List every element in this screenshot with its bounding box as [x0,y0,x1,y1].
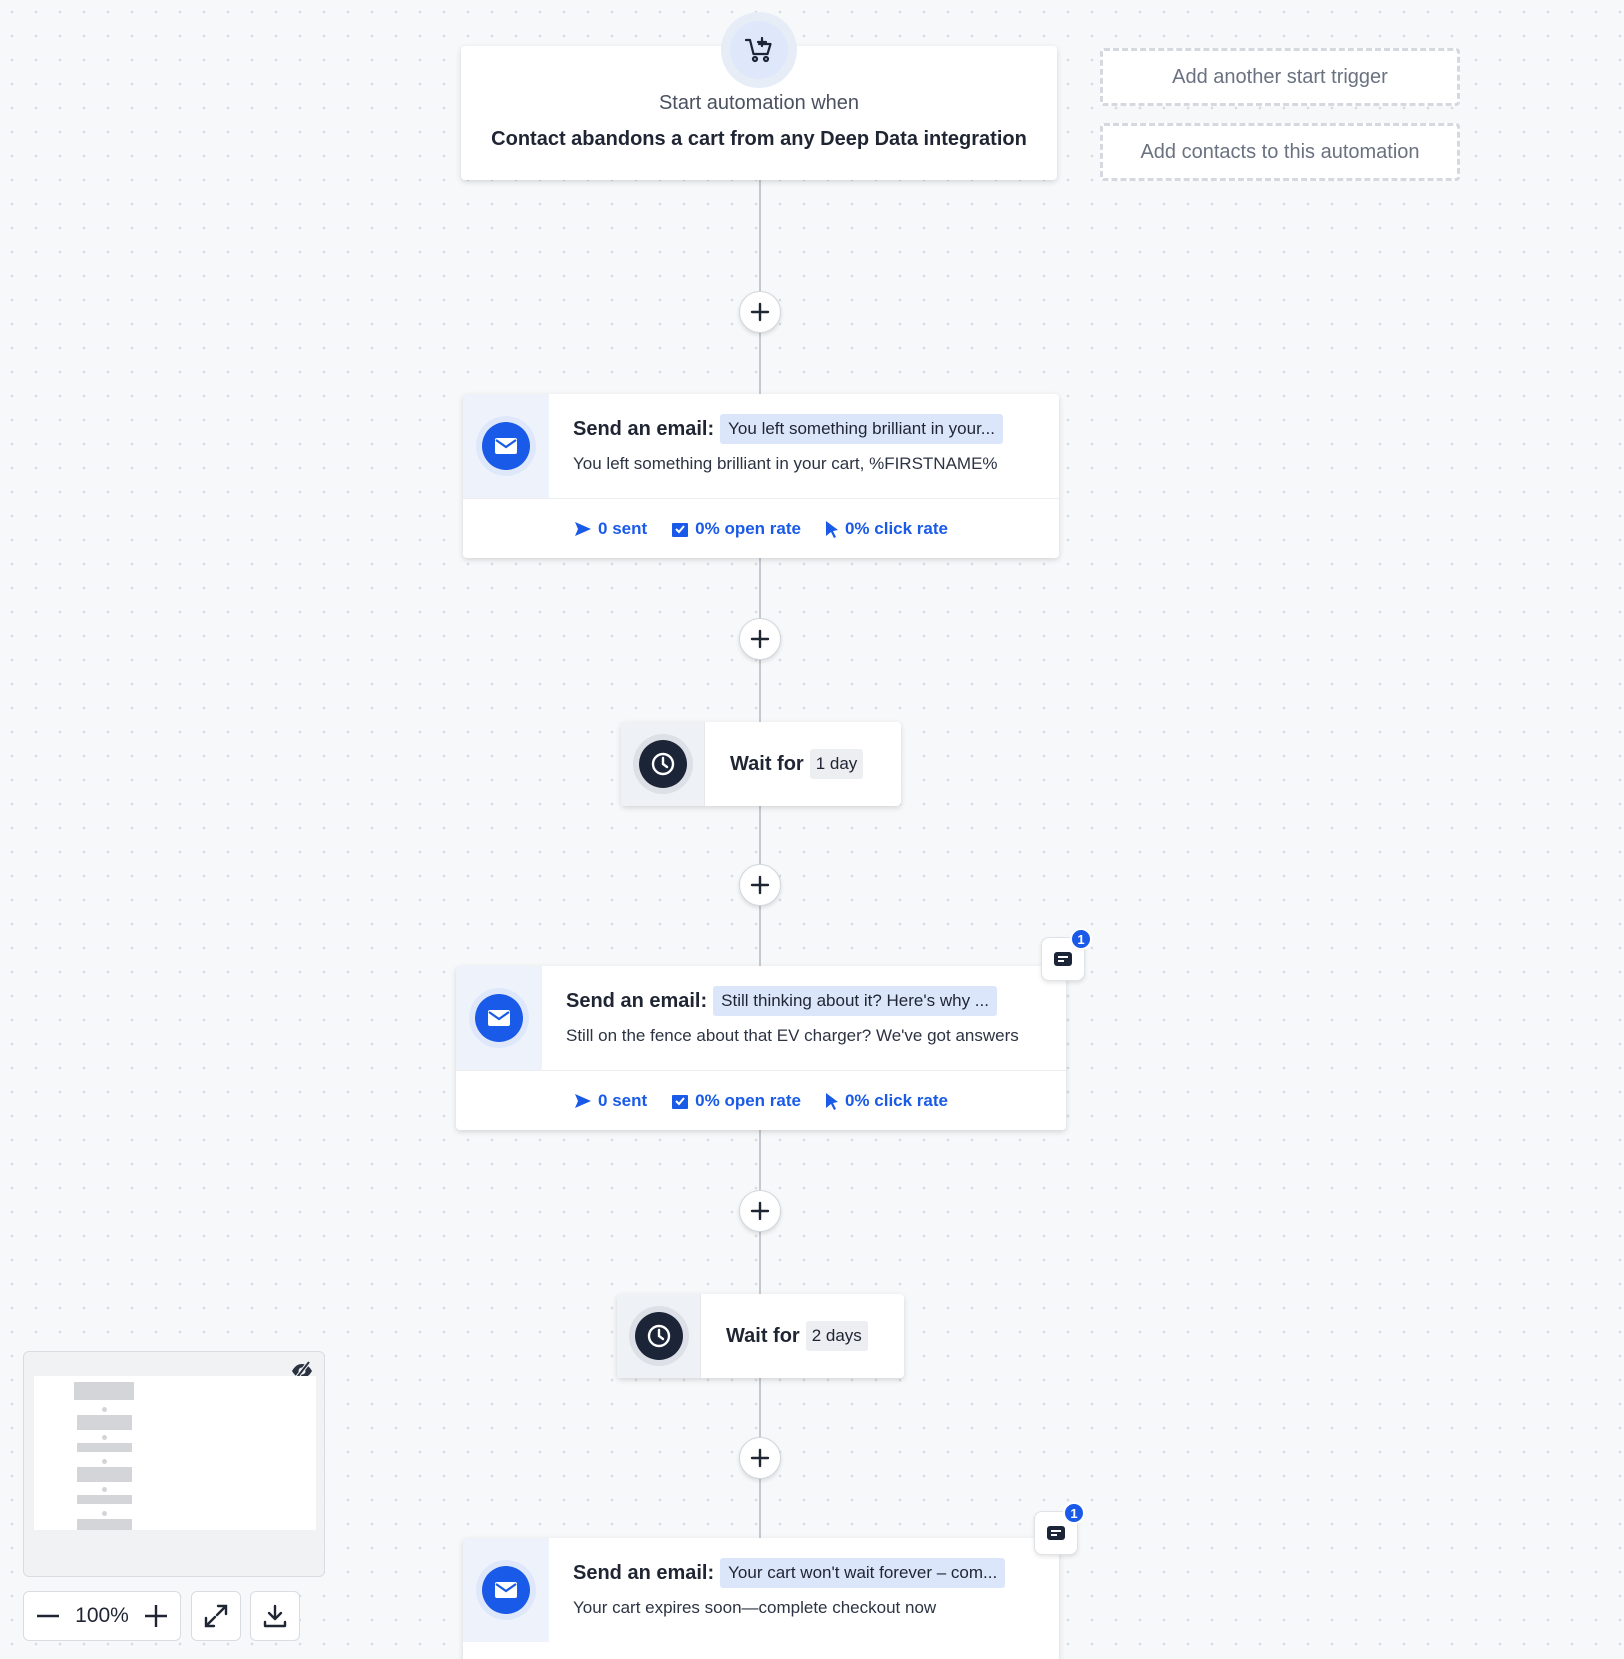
zoom-out-button[interactable] [34,1602,62,1630]
trigger-icon-badge [721,12,797,88]
download-icon [263,1604,287,1628]
email-icon-column [463,394,549,498]
cart-plus-icon [730,21,788,79]
sent-stat[interactable]: 0 sent [574,519,647,539]
click-rate-stat[interactable]: 0% click rate [825,519,948,539]
notes-button[interactable]: 1 [1041,928,1092,981]
wait-step[interactable]: Wait for 2 days [617,1294,904,1378]
zoom-in-button[interactable] [142,1602,170,1630]
wait-step[interactable]: Wait for 1 day [621,722,901,806]
plus-icon [145,1605,167,1627]
add-contacts-button[interactable]: Add contacts to this automation [1100,123,1460,181]
notes-button[interactable]: 1 [1034,1502,1085,1555]
email-stats: 0 sent 0% open rate 0% click rate [463,498,1059,558]
send-icon [575,1093,592,1108]
zoom-level: 100% [75,1604,129,1627]
plus-icon [750,629,770,649]
email-description: Your cart expires soon—complete checkout… [573,1598,937,1617]
plus-icon [750,1448,770,1468]
email-description: You left something brilliant in your car… [573,454,998,473]
sent-stat[interactable]: 0 sent [574,1091,647,1111]
sent-count: 0 sent [598,1090,648,1110]
open-rate: 0% open rate [695,1090,801,1110]
send-icon [575,521,592,536]
trigger-subtitle: Start automation when [658,92,860,114]
note-icon [1054,952,1072,966]
cursor-icon [825,1092,838,1110]
wait-icon-column [621,722,705,806]
click-rate: 0% click rate [844,518,948,538]
email-subject-pill[interactable]: Your cart won't wait forever – com... [720,1558,1006,1588]
send-email-step[interactable]: Send an email: You left something brilli… [463,394,1059,558]
add-step-button[interactable] [739,864,781,906]
envelope-check-icon [672,522,689,537]
wait-label: Wait for [726,1324,800,1347]
send-email-step[interactable]: Send an email: Your cart won't wait fore… [463,1538,1059,1659]
add-step-button[interactable] [739,1437,781,1479]
add-step-button[interactable] [739,291,781,333]
clock-icon [638,740,687,788]
minus-icon [37,1614,59,1618]
email-icon-column [456,966,542,1070]
add-step-button[interactable] [739,618,781,660]
step-label: Send an email: [573,417,715,440]
click-rate: 0% click rate [844,1090,948,1110]
email-stats: 0 sent 0% open rate 0% click rate [456,1070,1066,1130]
cursor-icon [825,520,838,538]
email-subject-pill[interactable]: Still thinking about it? Here's why ... [713,986,997,1016]
add-step-button[interactable] [739,1190,781,1232]
zoom-controls: 100% [23,1591,181,1641]
envelope-icon [482,422,530,470]
envelope-check-icon [672,1094,689,1109]
open-rate-stat[interactable]: 0% open rate [671,1091,801,1111]
sent-count: 0 sent [598,518,648,538]
wait-label: Wait for [730,752,804,775]
wait-duration-pill[interactable]: 1 day [809,749,864,779]
open-rate-stat[interactable]: 0% open rate [671,519,801,539]
download-button[interactable] [250,1591,300,1641]
step-label: Send an email: [566,989,708,1012]
wait-duration-pill[interactable]: 2 days [805,1321,868,1351]
wait-icon-column [617,1294,701,1378]
plus-icon [750,875,770,895]
email-description: Still on the fence about that EV charger… [566,1026,1019,1045]
expand-icon [204,1604,228,1628]
notes-count-badge: 1 [1070,928,1092,950]
click-rate-stat[interactable]: 0% click rate [825,1091,948,1111]
minimap[interactable] [23,1351,325,1577]
step-label: Send an email: [573,1561,715,1584]
email-subject-pill[interactable]: You left something brilliant in your... [720,414,1003,444]
connector-line [759,180,761,394]
add-start-trigger-button[interactable]: Add another start trigger [1100,48,1460,106]
trigger-title: Contact abandons a cart from any Deep Da… [491,128,1027,150]
open-rate: 0% open rate [695,518,801,538]
plus-icon [750,302,770,322]
minimap-canvas [34,1376,316,1530]
clock-icon [634,1312,683,1360]
note-icon [1047,1526,1065,1540]
plus-icon [750,1201,770,1221]
envelope-icon [475,994,523,1042]
envelope-icon [482,1566,530,1614]
email-icon-column [463,1538,549,1642]
notes-count-badge: 1 [1063,1502,1085,1524]
fit-to-screen-button[interactable] [191,1591,241,1641]
send-email-step[interactable]: Send an email: Still thinking about it? … [456,966,1066,1130]
